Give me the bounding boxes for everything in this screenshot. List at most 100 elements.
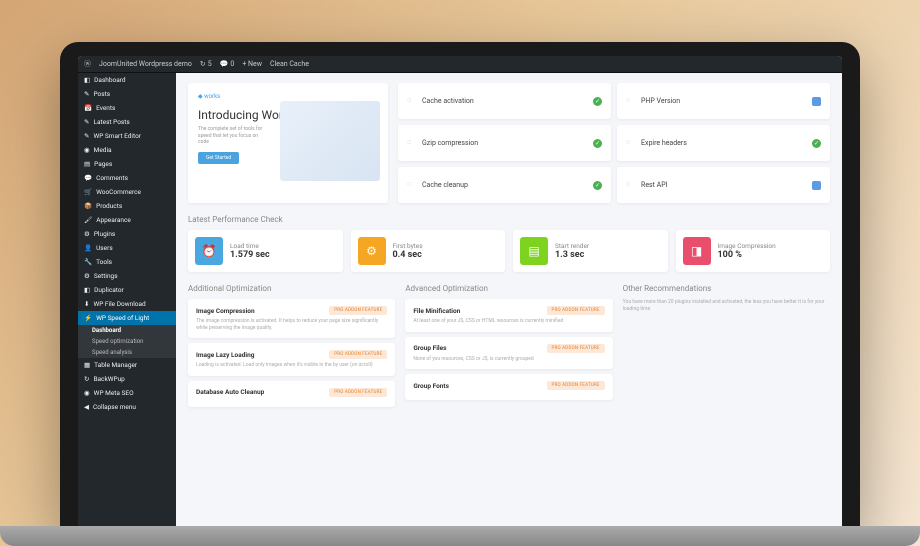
status-card[interactable]: ◌Gzip compression✓: [398, 125, 611, 161]
status-icon: ◌: [407, 96, 417, 106]
status-card[interactable]: ◌Cache activation✓: [398, 83, 611, 119]
sidebar-item[interactable]: ⚡ WP Speed of Light: [78, 311, 176, 325]
sidebar-subitem[interactable]: Speed analysis: [78, 347, 176, 358]
status-label: Rest API: [641, 181, 668, 189]
sidebar-item[interactable]: ⬇WP File Download: [78, 297, 176, 311]
sidebar-item[interactable]: ✎Posts: [78, 87, 176, 101]
rec-text: You have more than 20 plugins installed …: [623, 299, 830, 312]
sidebar-item[interactable]: ↻BackWPup: [78, 372, 176, 386]
new-button[interactable]: + New: [242, 60, 262, 68]
check-icon: ✓: [593, 181, 602, 190]
status-card[interactable]: ◌Rest API: [617, 167, 830, 203]
sidebar-item[interactable]: 📅 Events: [78, 101, 176, 115]
menu-icon: 🖌: [84, 216, 92, 224]
updates-count[interactable]: ↻ 5: [200, 60, 212, 68]
sidebar-item[interactable]: ◧Duplicator: [78, 283, 176, 297]
menu-label: Dashboard: [94, 76, 125, 84]
intro-subtitle: The complete set of tools for speed that…: [198, 126, 268, 146]
status-icon: ◌: [407, 138, 417, 148]
menu-label: Appearance: [96, 216, 131, 224]
opt-desc: Loading is activated. Load only images w…: [196, 362, 387, 369]
wp-logo-icon[interactable]: ⓦ: [84, 59, 91, 69]
advanced-title: Advanced Optimization: [405, 284, 612, 293]
sidebar-item[interactable]: 📦Products: [78, 199, 176, 213]
additional-title: Additional Optimization: [188, 284, 395, 293]
metrics-row: ⏰Load time1.579 sec⚙First bytes0.4 sec▤S…: [188, 230, 830, 272]
clean-cache-button[interactable]: Clean Cache: [270, 60, 309, 68]
metric-card: ◨Image Compression100 %: [676, 230, 831, 272]
sidebar-item[interactable]: ◉WP Meta SEO: [78, 386, 176, 400]
comments-count[interactable]: 💬 0: [220, 60, 235, 68]
sidebar-item[interactable]: ▦ Table Manager: [78, 358, 176, 372]
sidebar-item[interactable]: ⚙Plugins: [78, 227, 176, 241]
sidebar-item[interactable]: ◧Dashboard: [78, 73, 176, 87]
menu-label: Table Manager: [94, 361, 137, 369]
menu-icon: ◉: [84, 146, 90, 154]
sidebar-item[interactable]: ◀Collapse menu: [78, 400, 176, 414]
status-card[interactable]: ◌Cache cleanup✓: [398, 167, 611, 203]
status-label: Expire headers: [641, 139, 687, 147]
sidebar-item[interactable]: ⚙Settings: [78, 269, 176, 283]
menu-icon: ⚡: [84, 314, 92, 322]
menu-icon: 👤: [84, 244, 92, 252]
menu-icon: 📦: [84, 202, 92, 210]
menu-icon: ✎: [84, 132, 89, 140]
intro-card: ◆ works Introducing Works The complete s…: [188, 83, 388, 203]
menu-label: Events: [96, 104, 115, 112]
menu-icon: 🛒: [84, 188, 92, 196]
metric-icon: ◨: [683, 237, 711, 265]
menu-label: WP Speed of Light: [96, 314, 149, 322]
metric-icon: ▤: [520, 237, 548, 265]
metric-card: ⏰Load time1.579 sec: [188, 230, 343, 272]
menu-label: Pages: [94, 160, 112, 168]
sidebar-item[interactable]: ▤Pages: [78, 157, 176, 171]
pro-badge: PRO ADDON FEATURE: [329, 306, 387, 315]
metric-icon: ⚙: [358, 237, 386, 265]
sidebar-subitem[interactable]: Speed optimization: [78, 336, 176, 347]
menu-label: Comments: [96, 174, 128, 182]
pro-badge: PRO ADDON FEATURE: [329, 388, 387, 397]
intro-illustration: [280, 101, 380, 181]
status-label: PHP Version: [641, 97, 680, 105]
menu-icon: 📅: [84, 104, 92, 112]
menu-label: Media: [94, 146, 112, 154]
get-started-button[interactable]: Get Started: [198, 152, 239, 164]
pro-badge: PRO ADDON FEATURE: [547, 344, 605, 353]
status-card[interactable]: ◌Expire headers✓: [617, 125, 830, 161]
sidebar-subitem[interactable]: Dashboard: [78, 325, 176, 336]
status-label: Cache cleanup: [422, 181, 468, 189]
sidebar-item[interactable]: 🔧Tools: [78, 255, 176, 269]
sidebar-item[interactable]: ✎ Latest Posts: [78, 115, 176, 129]
sidebar-item[interactable]: 🛒 WooCommerce: [78, 185, 176, 199]
sidebar-item[interactable]: ✎WP Smart Editor: [78, 129, 176, 143]
metric-label: Start render: [555, 242, 589, 250]
opt-name: Database Auto Cleanup: [196, 388, 264, 396]
info-icon: [812, 181, 821, 190]
menu-label: Users: [96, 244, 113, 252]
menu-icon: ✎: [84, 90, 89, 98]
metric-label: Image Compression: [718, 242, 776, 250]
sidebar-item[interactable]: 💬 Comments: [78, 171, 176, 185]
menu-label: Latest Posts: [93, 118, 129, 126]
opt-desc: The image compression is activated. It h…: [196, 318, 387, 331]
menu-icon: 💬: [84, 174, 92, 182]
sidebar-item[interactable]: 👤 Users: [78, 241, 176, 255]
optimization-item: Database Auto Cleanup PRO ADDON FEATURE: [188, 381, 395, 407]
metric-card: ▤ Start render1.3 sec: [513, 230, 668, 272]
site-name[interactable]: JoomUnited Wordpress demo: [99, 60, 192, 68]
menu-icon: ▦: [84, 361, 90, 369]
admin-toolbar: ⓦ JoomUnited Wordpress demo ↻ 5 💬 0 + Ne…: [78, 56, 842, 73]
brand-label: ◆ works: [198, 93, 378, 100]
sidebar-item[interactable]: 🖌 Appearance: [78, 213, 176, 227]
optimization-item: File MinificationPRO ADDON FEATUREAt lea…: [405, 299, 612, 332]
status-grid: ◌Cache activation✓◌PHP Version◌Gzip comp…: [398, 83, 830, 203]
metric-value: 1.3 sec: [555, 250, 589, 260]
status-card[interactable]: ◌PHP Version: [617, 83, 830, 119]
pro-badge: PRO ADDON FEATURE: [329, 350, 387, 359]
opt-name: Group Files: [413, 344, 446, 352]
additional-optimization: Additional Optimization Image Compressio…: [188, 284, 395, 412]
pro-badge: PRO ADDON FEATURE: [547, 381, 605, 390]
sidebar-item[interactable]: ◉ Media: [78, 143, 176, 157]
menu-label: WooCommerce: [96, 188, 141, 196]
menu-icon: ✎: [84, 118, 89, 126]
